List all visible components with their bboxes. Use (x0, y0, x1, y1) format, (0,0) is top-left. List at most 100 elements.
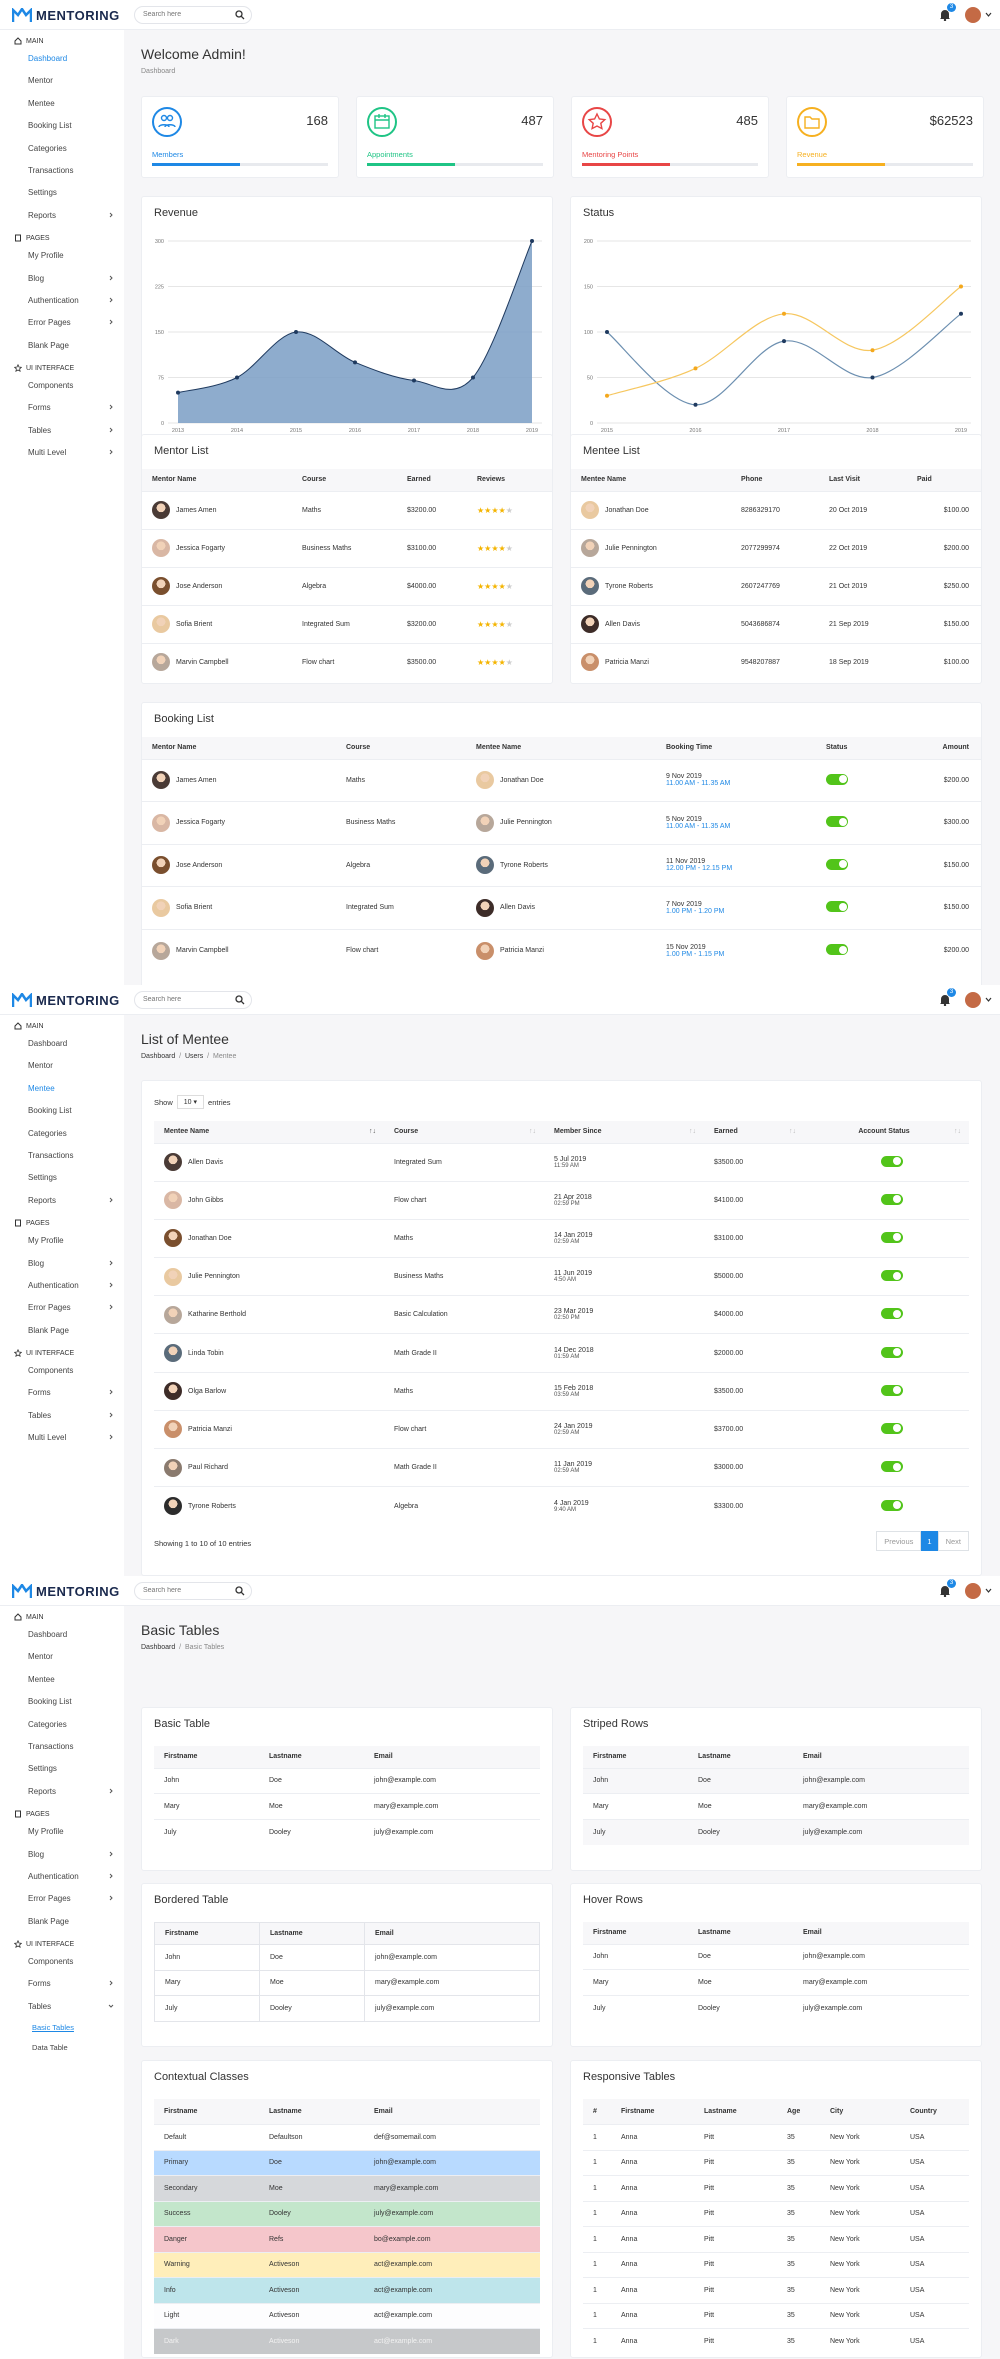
table-row[interactable]: Katharine Berthold Basic Calculation 23 Ma… (154, 1295, 969, 1334)
sidebar-item-components[interactable]: Components (0, 1951, 124, 1973)
sort-icon[interactable]: ↑↓ (689, 1128, 696, 1135)
table-row[interactable]: Tyrone Roberts 2607247769 21 Oct 2019 $250.… (571, 566, 981, 605)
mentee-name[interactable]: John Gibbs (188, 1197, 223, 1204)
table-row[interactable]: Jessica Fogarty Business Maths $3100.00 ★★★… (142, 528, 552, 567)
sidebar-item-categories[interactable]: Categories (0, 138, 124, 160)
sidebar-item-components[interactable]: Components (0, 1360, 124, 1382)
sidebar-item-blank[interactable]: Blank Page (0, 335, 124, 357)
column-header[interactable]: Mentor Name (142, 469, 292, 491)
mentee-avatar[interactable] (581, 577, 599, 595)
table-row[interactable]: Julie Pennington 2077299974 22 Oct 2019 $20… (571, 528, 981, 567)
breadcrumb-dashboard[interactable]: Dashboard (141, 1053, 175, 1060)
mentor-name[interactable]: Sofia Brient (176, 904, 212, 911)
sidebar-item-blank[interactable]: Blank Page (0, 1320, 124, 1342)
mentor-avatar[interactable] (152, 615, 170, 633)
sidebar-item-categories[interactable]: Categories (0, 1714, 124, 1736)
mentee-avatar[interactable] (476, 898, 494, 917)
table-row[interactable]: Jose Anderson Algebra Tyrone Roberts 11 Nov… (142, 843, 981, 887)
mentor-name[interactable]: Sofia Brient (176, 621, 212, 628)
mentee-avatar[interactable] (476, 771, 494, 790)
sidebar-item-mentee[interactable]: Mentee (0, 93, 124, 115)
sidebar-item-components[interactable]: Components (0, 375, 124, 397)
mentee-name[interactable]: Katharine Berthold (188, 1311, 246, 1318)
mentee-avatar[interactable] (164, 1420, 182, 1439)
mentee-name[interactable]: Paul Richard (188, 1464, 228, 1471)
mentee-avatar[interactable] (476, 813, 494, 832)
sidebar-item-profile[interactable]: My Profile (0, 1230, 124, 1252)
table-row[interactable]: Jonathan Doe Maths 14 Jan 2019 02:59 AM $310… (154, 1218, 969, 1258)
user-avatar[interactable] (965, 1583, 981, 1599)
status-toggle[interactable] (826, 901, 848, 913)
table-row[interactable]: Paul Richard Math Grade II 11 Jan 2019 02:5… (154, 1447, 969, 1487)
column-header[interactable]: Mentee Name (466, 737, 656, 759)
brand-logo[interactable]: MENTORING (12, 1583, 120, 1599)
column-header[interactable]: Earned ↑↓ (704, 1121, 804, 1143)
search-input[interactable] (143, 1587, 228, 1594)
brand-logo[interactable]: MENTORING (12, 992, 120, 1008)
mentor-avatar[interactable] (152, 941, 170, 960)
mentor-name[interactable]: Jessica Fogarty (176, 819, 225, 826)
sidebar-item-transactions[interactable]: Transactions (0, 160, 124, 182)
sidebar-item-transactions[interactable]: Transactions (0, 1145, 124, 1167)
mentor-avatar[interactable] (152, 856, 170, 875)
account-status-toggle[interactable] (880, 1499, 903, 1511)
table-row[interactable]: Jonathan Doe 8286329170 20 Oct 2019 $100.00 (571, 490, 981, 529)
sidebar-item-categories[interactable]: Categories (0, 1123, 124, 1145)
sidebar-item-forms[interactable]: Forms (0, 1973, 124, 1995)
search-icon[interactable] (235, 1586, 245, 1596)
entries-select[interactable]: 10 ▾ (176, 1095, 205, 1109)
table-row[interactable]: James Amen Maths Jonathan Doe 9 Nov 2019 11.… (142, 758, 981, 802)
table-row[interactable]: Julie Pennington Business Maths 11 Jun 201… (154, 1257, 969, 1296)
sidebar-item-tables[interactable]: Tables (0, 1405, 124, 1427)
table-row[interactable]: Marvin Campbell Flow chart Patricia Manzi 1… (142, 928, 981, 972)
search-box[interactable] (134, 991, 252, 1009)
sidebar-subitem-basic-tables[interactable]: Basic Tables (0, 2018, 124, 2038)
mentee-avatar[interactable] (164, 1267, 182, 1286)
search-icon[interactable] (235, 995, 245, 1005)
sidebar-item-mentor[interactable]: Mentor (0, 1055, 124, 1077)
sidebar-item-profile[interactable]: My Profile (0, 1821, 124, 1843)
sidebar-item-settings[interactable]: Settings (0, 182, 124, 204)
table-row[interactable]: James Amen Maths $3200.00 ★★★★★ (142, 490, 552, 529)
status-toggle[interactable] (826, 816, 848, 828)
sidebar-item-blog[interactable]: Blog (0, 268, 124, 290)
search-box[interactable] (134, 6, 252, 24)
mentor-avatar[interactable] (152, 577, 170, 595)
sidebar-item-multi[interactable]: Multi Level (0, 442, 124, 464)
mentor-name[interactable]: Jessica Fogarty (176, 545, 225, 552)
mentee-avatar[interactable] (164, 1191, 182, 1210)
mentee-avatar[interactable] (581, 653, 599, 672)
mentee-name[interactable]: Patricia Manzi (500, 947, 544, 954)
mentee-name[interactable]: Patricia Manzi (188, 1426, 232, 1433)
mentee-avatar[interactable] (164, 1458, 182, 1477)
table-row[interactable]: John Gibbs Flow chart 21 Apr 2018 02:59 PM $… (154, 1180, 969, 1220)
sidebar-item-dashboard[interactable]: Dashboard (0, 1624, 124, 1646)
sidebar-item-settings[interactable]: Settings (0, 1167, 124, 1189)
account-status-toggle[interactable] (880, 1346, 903, 1358)
mentor-name[interactable]: Jose Anderson (176, 583, 222, 590)
mentee-name[interactable]: Jonathan Doe (605, 507, 649, 514)
mentor-avatar[interactable] (152, 539, 170, 557)
sidebar-item-booking[interactable]: Booking List (0, 115, 124, 137)
mentee-name[interactable]: Tyrone Roberts (500, 862, 548, 869)
sidebar-item-profile[interactable]: My Profile (0, 245, 124, 267)
mentor-name[interactable]: Jose Anderson (176, 862, 222, 869)
sidebar-item-tables[interactable]: Tables (0, 1996, 124, 2018)
mentee-avatar[interactable] (581, 501, 599, 519)
user-avatar[interactable] (965, 7, 981, 23)
notification-bell-icon[interactable]: 3 (939, 3, 956, 22)
column-header[interactable]: Reviews (467, 469, 552, 491)
table-row[interactable]: Jose Anderson Algebra $4000.00 ★★★★★ (142, 566, 552, 605)
column-header[interactable]: Account Status ↑↓ (804, 1121, 969, 1143)
mentee-name[interactable]: Tyrone Roberts (605, 583, 653, 590)
mentee-name[interactable]: Allen Davis (188, 1159, 223, 1166)
brand-logo[interactable]: MENTORING (12, 7, 120, 23)
table-row[interactable]: Marvin Campbell Flow chart $3500.00 ★★★★★ (142, 642, 552, 681)
sort-icon[interactable]: ↑↓ (954, 1128, 961, 1135)
mentee-avatar[interactable] (476, 856, 494, 875)
status-toggle[interactable] (826, 944, 848, 955)
sort-icon[interactable]: ↑↓ (369, 1128, 376, 1135)
sidebar-item-reports[interactable]: Reports (0, 1190, 124, 1212)
account-status-toggle[interactable] (880, 1461, 903, 1473)
account-status-toggle[interactable] (880, 1308, 903, 1320)
